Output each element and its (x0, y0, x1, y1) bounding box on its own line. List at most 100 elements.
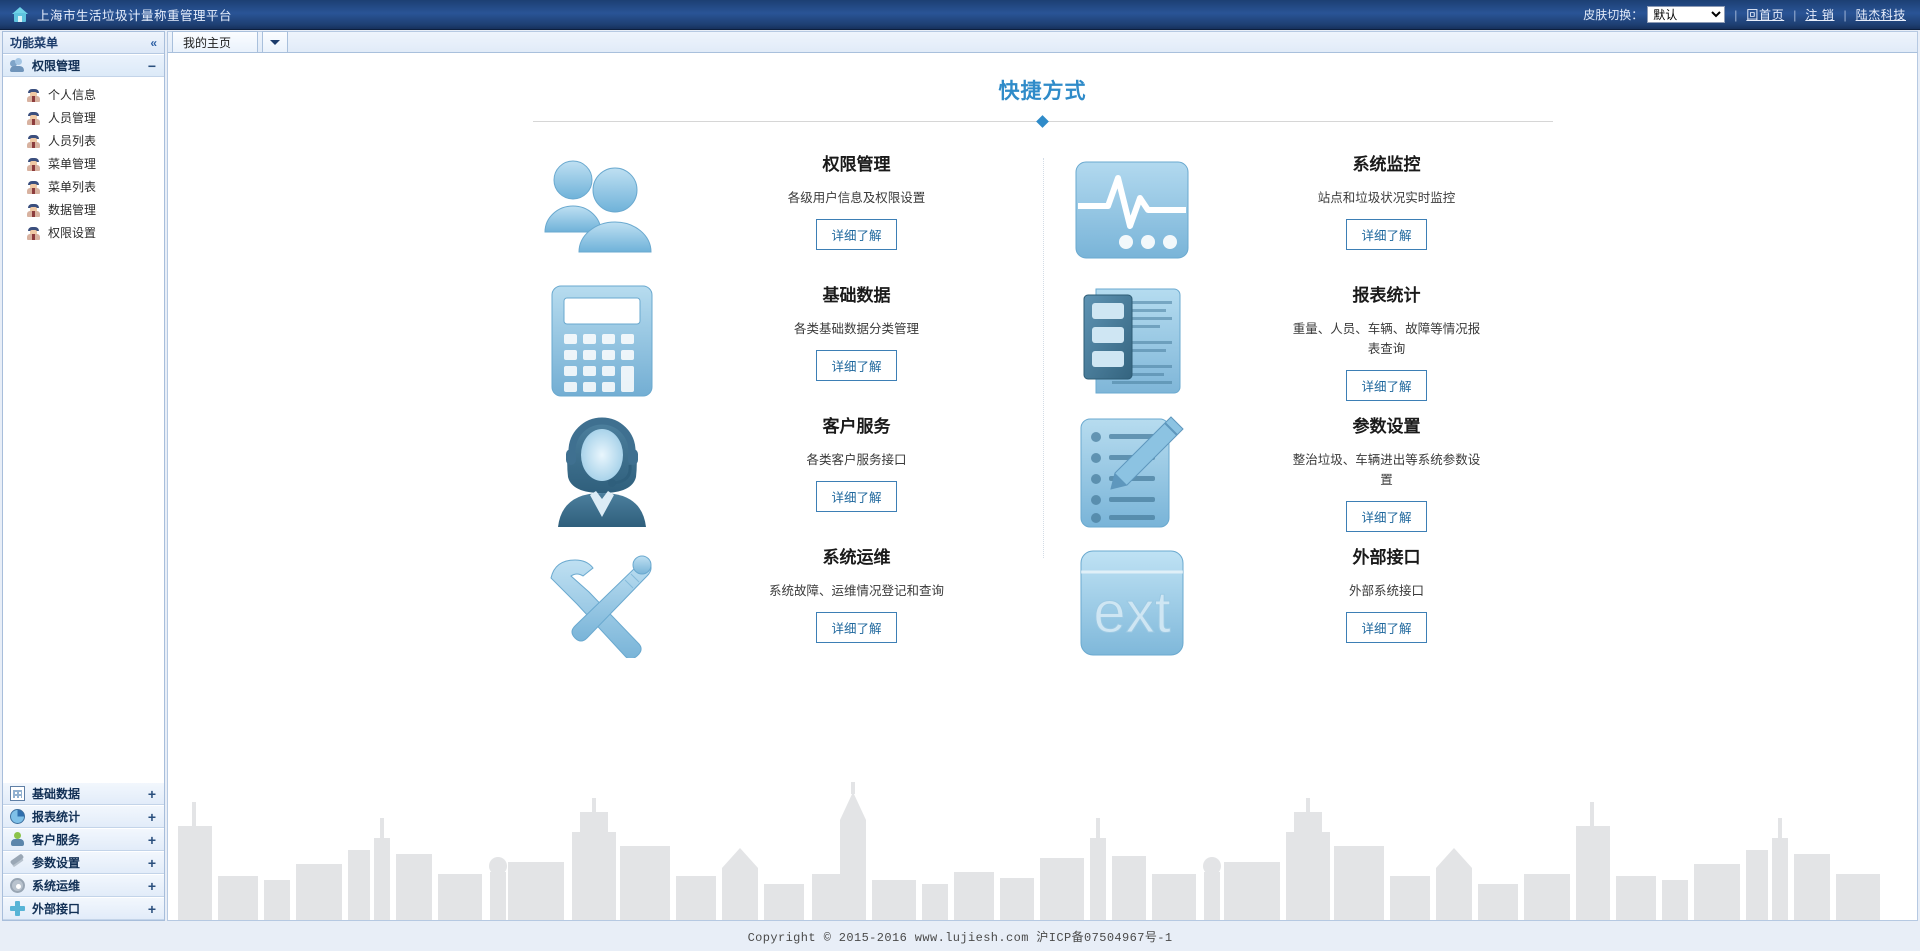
wrench-icon (9, 853, 25, 870)
ext-art-icon: ext (1043, 537, 1221, 668)
group-toggle-icon[interactable]: + (148, 901, 156, 917)
collapse-sidebar-icon[interactable]: « (150, 36, 157, 50)
plus-icon (10, 901, 25, 916)
card-desc: 各类基础数据分类管理 (793, 322, 919, 336)
card-desc: 各类客户服务接口 (806, 453, 907, 467)
column-divider (1042, 158, 1044, 558)
sidebar-item-label: 个人信息 (48, 88, 97, 102)
detail-button[interactable]: 详细了解 (816, 481, 897, 512)
sidebar-group-customer-service[interactable]: 客户服务 + (3, 828, 164, 851)
sidebar-item-permission-settings[interactable]: 权限设置 (3, 221, 164, 244)
card-desc: 站点和垃圾状况实时监控 (1317, 191, 1456, 205)
card-title: 权限管理 (822, 155, 891, 174)
svg-text:ext: ext (1093, 580, 1170, 645)
sidebar-item-personal-info[interactable]: 个人信息 (3, 83, 164, 106)
tools-art-icon (513, 537, 691, 668)
city-skyline-watermark (178, 782, 1880, 920)
shortcut-card-customer-service: 客户服务 各类客户服务接口 详细了解 (513, 406, 1043, 537)
header-separator-3: | (1843, 7, 1847, 22)
tab-label: 我的主页 (183, 35, 232, 50)
person-icon (27, 203, 40, 217)
shortcut-card-permission: 权限管理 各级用户信息及权限设置 详细了解 (513, 144, 1043, 275)
tab-dropdown-button[interactable] (262, 31, 288, 52)
person-icon (27, 111, 40, 125)
sidebar-group-reports[interactable]: 报表统计 + (3, 805, 164, 828)
detail-button[interactable]: 详细了解 (1346, 501, 1427, 532)
detail-button[interactable]: 详细了解 (816, 350, 897, 381)
settings-art-icon (1043, 406, 1221, 537)
main-area: 我的主页 快捷方式 权限管理 各级用户信息及权限设置 详细了解 基础数据 各类基… (167, 31, 1918, 921)
group-toggle-icon[interactable]: + (148, 855, 156, 871)
card-text: 客户服务 各类客户服务接口 详细了解 (691, 406, 1043, 512)
shortcut-card-basic-data: 基础数据 各类基础数据分类管理 详细了解 (513, 275, 1043, 406)
home-icon (12, 7, 28, 22)
sidebar-group-basic-data[interactable]: 基础数据 + (3, 782, 164, 805)
title-divider (532, 115, 1553, 128)
skin-switch-label: 皮肤切换： (1583, 8, 1644, 22)
sidebar-collapsed-groups: 基础数据 + 报表统计 + 客户服务 + 参数设置 + 系统运维 + 外部接口 … (3, 782, 164, 920)
detail-button[interactable]: 详细了解 (1346, 219, 1427, 250)
card-text: 外部接口 外部系统接口 详细了解 (1221, 537, 1573, 643)
sidebar-group-external-interface[interactable]: 外部接口 + (3, 897, 164, 920)
sidebar-group-permission[interactable]: 权限管理 − (3, 54, 164, 77)
skin-select[interactable]: 默认 (1647, 6, 1726, 23)
header-separator-2: | (1793, 7, 1797, 22)
sidebar-header: 功能菜单 « (3, 32, 164, 54)
pie-icon (10, 809, 25, 824)
sidebar-item-menu-list[interactable]: 菜单列表 (3, 175, 164, 198)
group-toggle-icon[interactable]: + (148, 786, 156, 802)
card-text: 报表统计 重量、人员、车辆、故障等情况报表查询 详细了解 (1221, 275, 1573, 401)
logout-link[interactable]: 注 销 (1805, 6, 1834, 23)
person-icon (27, 88, 40, 102)
sidebar-group-label: 参数设置 (32, 856, 81, 870)
sidebar-item-label: 菜单管理 (48, 157, 97, 171)
home-link[interactable]: 回首页 (1746, 6, 1784, 23)
vendor-link[interactable]: 陆杰科技 (1856, 6, 1906, 23)
group-toggle-icon[interactable]: + (148, 809, 156, 825)
detail-button[interactable]: 详细了解 (1346, 612, 1427, 643)
sidebar-group-label: 基础数据 (32, 787, 81, 801)
sidebar-group-operations[interactable]: 系统运维 + (3, 874, 164, 897)
brand-area: 上海市生活垃圾计量称重管理平台 (0, 5, 232, 24)
content-panel: 快捷方式 权限管理 各级用户信息及权限设置 详细了解 基础数据 各类基础数据分类… (167, 53, 1918, 921)
sidebar-item-staff-manage[interactable]: 人员管理 (3, 106, 164, 129)
shortcut-card-parameters: 参数设置 整治垃圾、车辆进出等系统参数设置 详细了解 (1043, 406, 1573, 537)
person-icon (27, 180, 40, 194)
person-icon (27, 157, 40, 171)
card-text: 基础数据 各类基础数据分类管理 详细了解 (691, 275, 1043, 381)
page-title: 快捷方式 (998, 80, 1087, 103)
sidebar-group-label: 外部接口 (32, 902, 81, 916)
group-toggle-icon[interactable]: − (148, 58, 156, 74)
detail-button[interactable]: 详细了解 (816, 612, 897, 643)
users-art-icon (513, 144, 691, 275)
sidebar-item-label: 权限设置 (48, 226, 97, 240)
detail-button[interactable]: 详细了解 (1346, 370, 1427, 401)
sidebar-group-label: 系统运维 (32, 879, 81, 893)
shortcut-card-report: 报表统计 重量、人员、车辆、故障等情况报表查询 详细了解 (1043, 275, 1573, 406)
footer-bar: Copyright © 2015-2016 www.lujiesh.com 沪I… (0, 921, 1920, 951)
group-toggle-icon[interactable]: + (148, 878, 156, 894)
card-text: 参数设置 整治垃圾、车辆进出等系统参数设置 详细了解 (1221, 406, 1573, 532)
card-desc: 整治垃圾、车辆进出等系统参数设置 (1292, 453, 1481, 487)
card-title: 客户服务 (822, 417, 891, 436)
sidebar-item-label: 菜单列表 (48, 180, 97, 194)
sidebar-item-staff-list[interactable]: 人员列表 (3, 129, 164, 152)
sidebar-group-label: 权限管理 (32, 59, 81, 73)
detail-button[interactable]: 详细了解 (816, 219, 897, 250)
card-title: 参数设置 (1352, 417, 1421, 436)
tab-my-homepage[interactable]: 我的主页 (172, 31, 258, 52)
card-text: 系统监控 站点和垃圾状况实时监控 详细了解 (1221, 144, 1573, 250)
card-desc: 重量、人员、车辆、故障等情况报表查询 (1292, 322, 1481, 356)
sidebar-item-label: 人员列表 (48, 134, 97, 148)
sidebar-item-data-manage[interactable]: 数据管理 (3, 198, 164, 221)
app-title: 上海市生活垃圾计量称重管理平台 (37, 9, 233, 23)
person-icon (27, 226, 40, 240)
shortcut-column-right: 系统监控 站点和垃圾状况实时监控 详细了解 报表统计 重量、人员、车辆、故障等情… (1043, 144, 1573, 668)
sidebar-item-menu-manage[interactable]: 菜单管理 (3, 152, 164, 175)
sidebar-group-parameters[interactable]: 参数设置 + (3, 851, 164, 874)
monitor-art-icon (1043, 144, 1221, 275)
sidebar: 功能菜单 « 权限管理 − 个人信息 人员管理 人员列表 菜单管理 菜单列表 数… (2, 31, 165, 921)
chevron-down-icon (270, 39, 280, 45)
headset-icon (10, 832, 25, 847)
group-toggle-icon[interactable]: + (148, 832, 156, 848)
